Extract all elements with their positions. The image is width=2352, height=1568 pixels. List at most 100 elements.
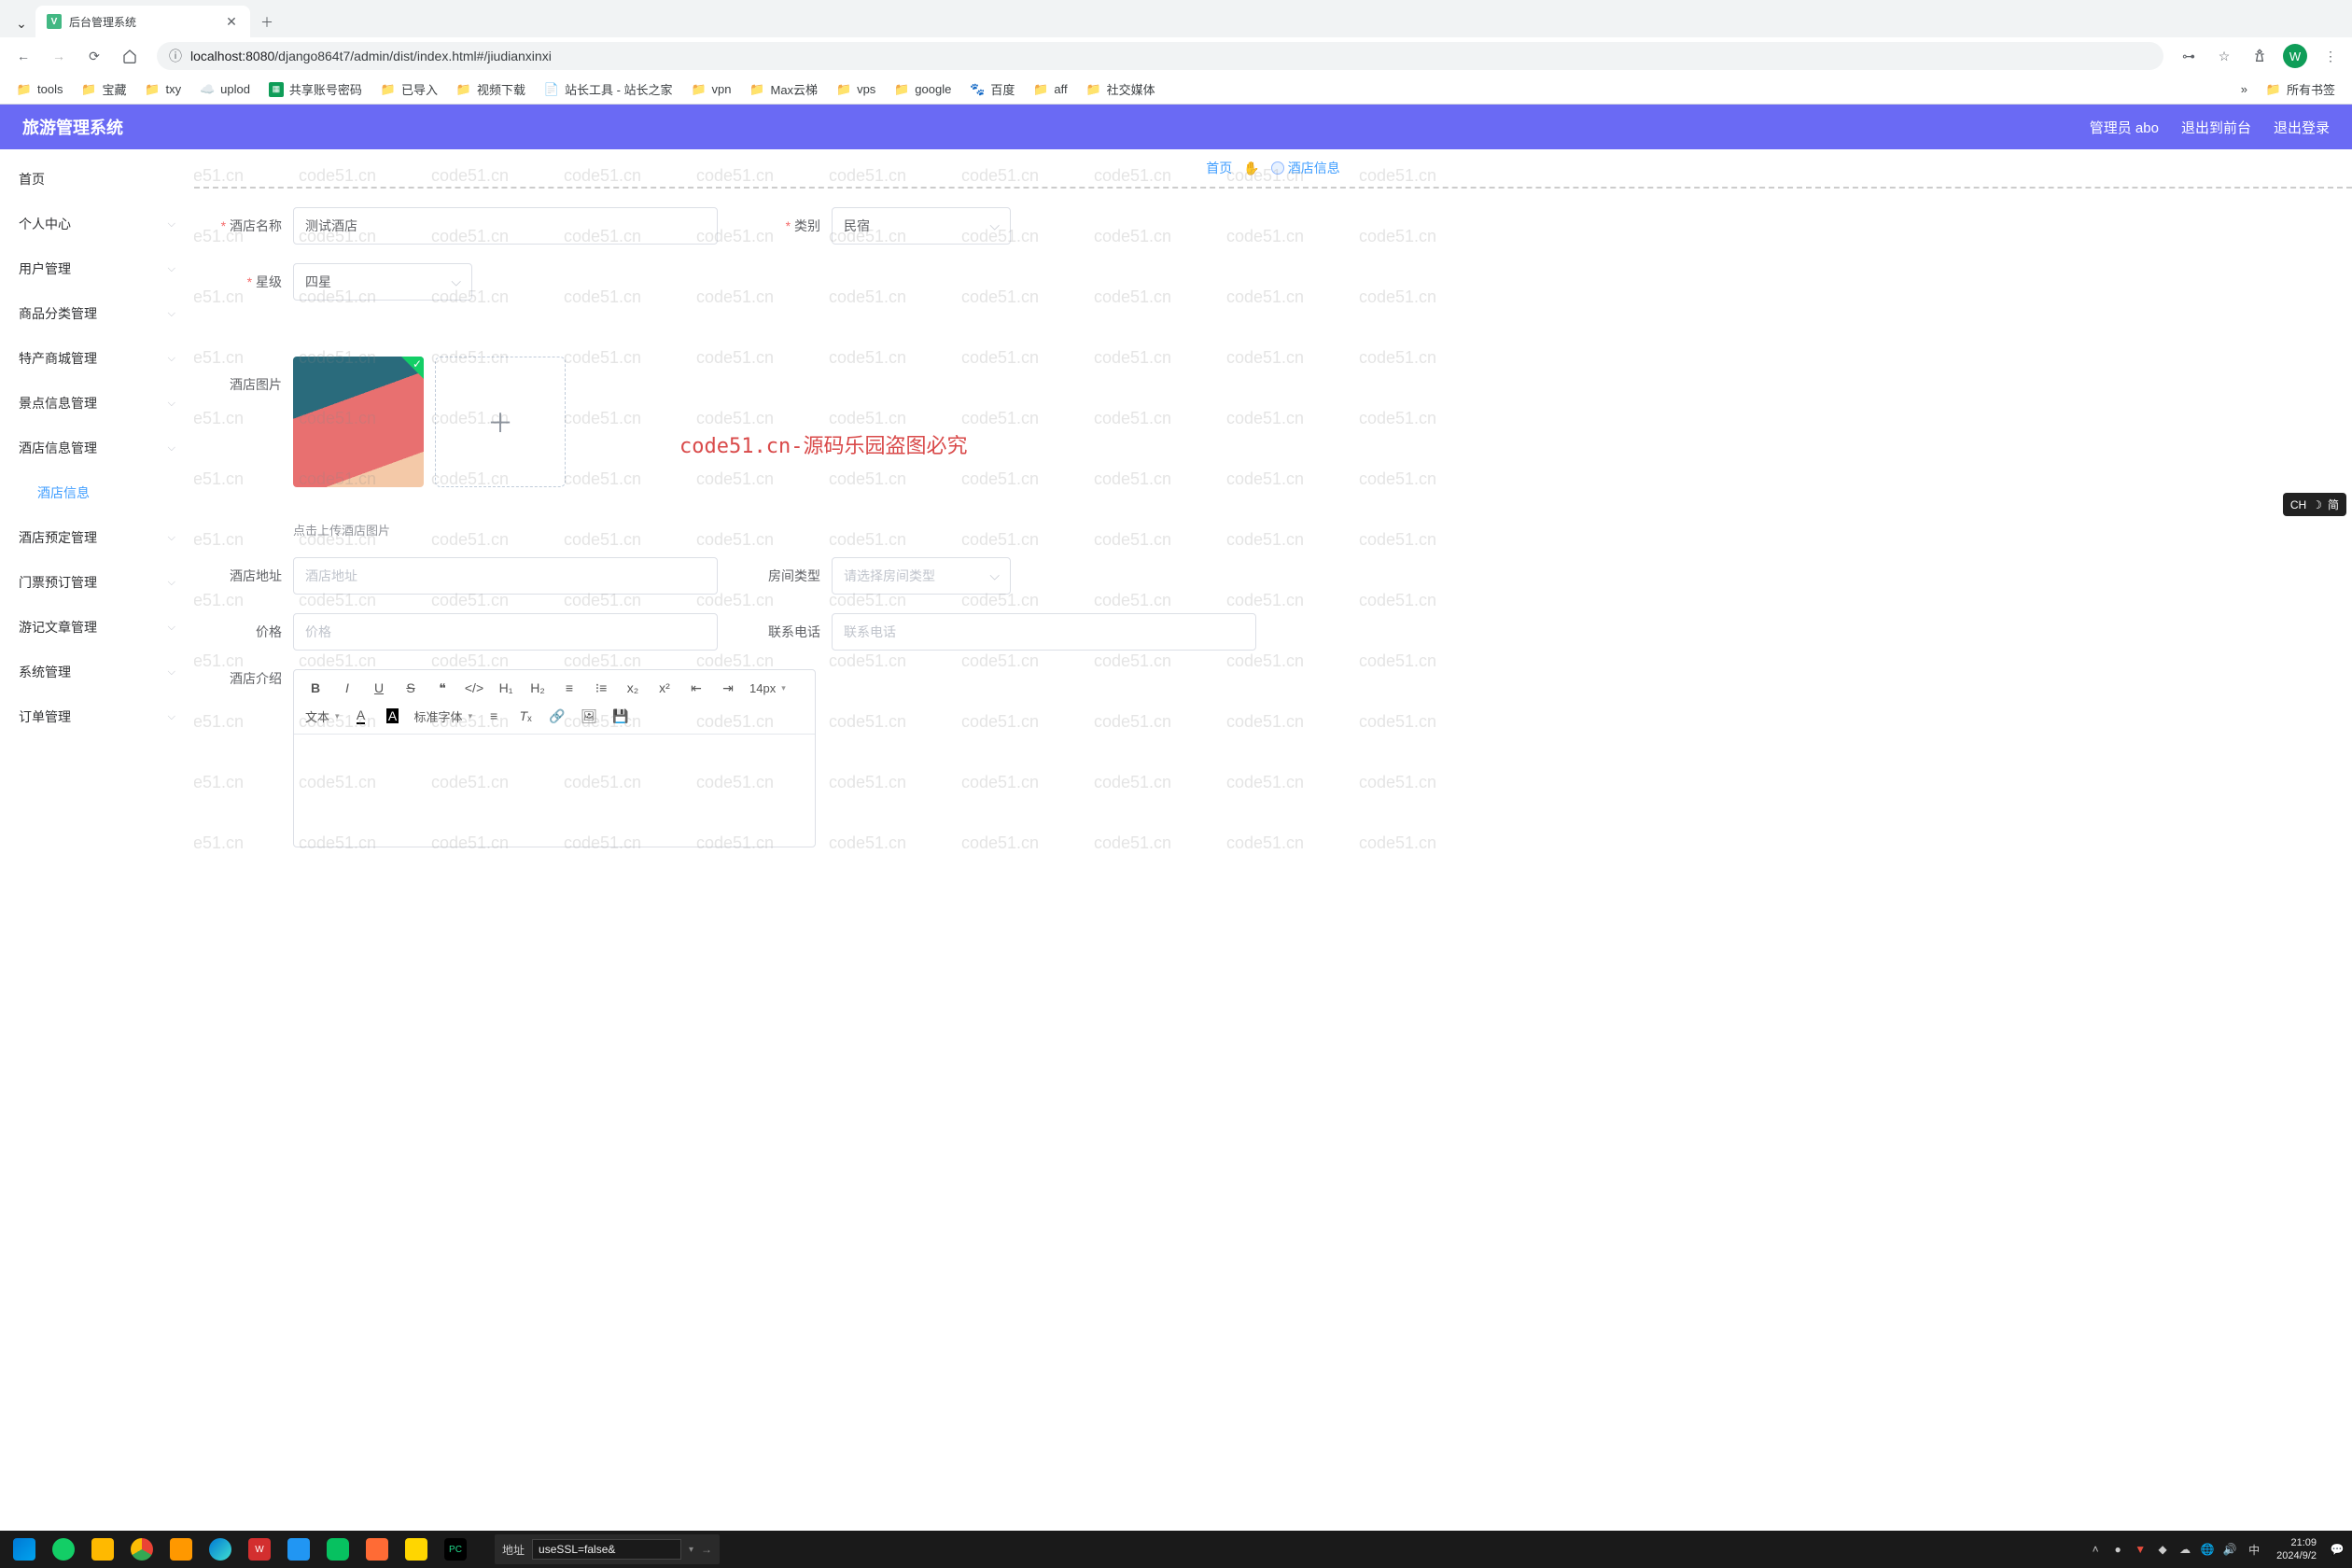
yellow-app-icon[interactable] <box>398 1531 435 1568</box>
bookmark-item[interactable]: 社交媒体 <box>1079 77 1163 102</box>
hotel-name-input[interactable] <box>293 207 718 245</box>
start-button[interactable] <box>6 1531 43 1568</box>
menu-dots-icon[interactable]: ⋮ <box>2317 42 2345 70</box>
bookmark-item[interactable]: vps <box>829 78 883 101</box>
file-explorer-icon[interactable] <box>84 1531 121 1568</box>
bookmark-item[interactable]: 🐾百度 <box>962 77 1022 102</box>
logout-to-front-button[interactable]: 退出到前台 <box>2181 118 2251 137</box>
tab-search-icon[interactable]: ⌄ <box>7 9 35 37</box>
bookmark-item[interactable]: vpn <box>684 78 739 101</box>
browser-tab[interactable]: V 后台管理系统 ✕ <box>35 6 250 37</box>
price-input[interactable] <box>293 613 718 651</box>
tray-app1-icon[interactable]: ● <box>2108 1540 2127 1559</box>
tray-onedrive-icon[interactable]: ☁ <box>2176 1540 2194 1559</box>
bookmark-item[interactable]: google <box>887 78 959 101</box>
wechat-icon[interactable] <box>319 1531 357 1568</box>
bold-icon[interactable]: B <box>305 678 326 698</box>
sidebar-item[interactable]: 酒店预定管理⌵ <box>0 515 194 560</box>
italic-icon[interactable]: I <box>337 678 357 698</box>
sidebar-item[interactable]: 酒店信息 <box>0 470 194 515</box>
star-select[interactable] <box>293 263 472 301</box>
header-user[interactable]: 管理员 abo <box>2090 118 2159 137</box>
h1-icon[interactable]: H₁ <box>496 678 516 698</box>
uploaded-image-thumb[interactable]: ✓ <box>293 357 424 487</box>
breadcrumb-current[interactable]: 酒店信息 <box>1271 159 1340 177</box>
sidebar-item[interactable]: 景点信息管理⌵ <box>0 381 194 426</box>
sublime-icon[interactable] <box>162 1531 200 1568</box>
tb-addr-input[interactable] <box>532 1539 681 1560</box>
pycharm-icon[interactable]: PC <box>437 1531 474 1568</box>
sidebar-item[interactable]: 订单管理⌵ <box>0 694 194 739</box>
bookmark-item[interactable]: txy <box>137 78 189 101</box>
sidebar-item[interactable]: 游记文章管理⌵ <box>0 605 194 650</box>
browser-360-icon[interactable] <box>45 1531 82 1568</box>
upload-add-button[interactable]: ＋ <box>435 357 566 487</box>
app-icon[interactable] <box>280 1531 317 1568</box>
logout-button[interactable]: 退出登录 <box>2274 118 2330 137</box>
reload-button[interactable]: ⟳ <box>78 40 110 72</box>
quote-icon[interactable]: ❝ <box>432 678 453 698</box>
h2-icon[interactable]: H₂ <box>527 678 548 698</box>
ordered-list-icon[interactable]: ≡ <box>559 678 580 698</box>
orange-app-icon[interactable] <box>358 1531 396 1568</box>
sidebar-item[interactable]: 用户管理⌵ <box>0 246 194 291</box>
bookmark-item[interactable]: aff <box>1026 78 1074 101</box>
font-family-select[interactable]: 标准字体 <box>414 707 473 725</box>
strike-icon[interactable]: S <box>400 678 421 698</box>
tray-app2-icon[interactable]: ▼ <box>2131 1540 2149 1559</box>
profile-avatar[interactable]: W <box>2281 42 2309 70</box>
forward-button[interactable]: → <box>43 40 75 72</box>
address-input[interactable] <box>293 557 718 595</box>
sidebar-item[interactable]: 个人中心⌵ <box>0 202 194 246</box>
tray-chevron-icon[interactable]: ˄ <box>2086 1540 2105 1559</box>
sidebar-item[interactable]: 门票预订管理⌵ <box>0 560 194 605</box>
edge-icon[interactable] <box>202 1531 239 1568</box>
taskbar-clock[interactable]: 21:09 2024/9/2 <box>2269 1536 2324 1563</box>
bookmark-item[interactable]: ▦共享账号密码 <box>261 77 370 102</box>
indent-left-icon[interactable]: ⇤ <box>686 678 707 698</box>
bookmark-item[interactable]: tools <box>9 78 70 101</box>
password-key-icon[interactable]: ⊶ <box>2175 42 2203 70</box>
code-icon[interactable]: </> <box>464 678 484 698</box>
tray-network-icon[interactable]: 🌐 <box>2198 1540 2217 1559</box>
extensions-icon[interactable] <box>2246 42 2274 70</box>
unordered-list-icon[interactable]: ⁝≡ <box>591 678 611 698</box>
url-input[interactable]: ⓘ localhost:8080/django864t7/admin/dist/… <box>157 42 2163 70</box>
sidebar-item[interactable]: 酒店信息管理⌵ <box>0 426 194 470</box>
bookmark-item[interactable]: 宝藏 <box>74 77 133 102</box>
sidebar-item[interactable]: 首页 <box>0 157 194 202</box>
font-size-select[interactable]: 14px <box>749 681 786 695</box>
sidebar-item[interactable]: 系统管理⌵ <box>0 650 194 694</box>
breadcrumb-home[interactable]: 首页 <box>1206 159 1232 177</box>
bookmark-item[interactable]: Max云梯 <box>743 77 826 102</box>
link-icon[interactable]: 🔗 <box>547 706 567 726</box>
bookmark-item[interactable]: 视频下载 <box>449 77 533 102</box>
clear-format-icon[interactable]: Tₓ <box>515 706 536 726</box>
category-select[interactable] <box>832 207 1011 245</box>
editor-body[interactable] <box>294 735 815 847</box>
underline-icon[interactable]: U <box>369 678 389 698</box>
sidebar-item[interactable]: 特产商城管理⌵ <box>0 336 194 381</box>
tray-app3-icon[interactable]: ◆ <box>2153 1540 2172 1559</box>
indent-right-icon[interactable]: ⇥ <box>718 678 738 698</box>
ime-indicator[interactable]: CH ☽ 简 <box>2283 493 2346 516</box>
superscript-icon[interactable]: x² <box>654 678 675 698</box>
align-icon[interactable]: ≡ <box>483 706 504 726</box>
close-tab-icon[interactable]: ✕ <box>224 14 239 29</box>
bookmark-item[interactable]: 已导入 <box>373 77 445 102</box>
subscript-icon[interactable]: x₂ <box>623 678 643 698</box>
tb-addr-go-icon[interactable]: → <box>701 1543 712 1556</box>
back-button[interactable]: ← <box>7 40 39 72</box>
room-type-select[interactable] <box>832 557 1011 595</box>
bookmark-item[interactable]: ☁️uplod <box>192 78 258 101</box>
bg-color-icon[interactable]: A <box>383 706 403 726</box>
site-info-icon[interactable]: ⓘ <box>168 47 183 65</box>
all-bookmarks[interactable]: 所有书签 <box>2259 77 2343 102</box>
phone-input[interactable] <box>832 613 1256 651</box>
sidebar-item[interactable]: 商品分类管理⌵ <box>0 291 194 336</box>
bookmarks-overflow[interactable]: » <box>2233 77 2255 102</box>
text-style-select[interactable]: 文本 <box>305 707 340 725</box>
new-tab-button[interactable]: ＋ <box>254 9 280 35</box>
notifications-icon[interactable]: 💬 <box>2328 1540 2346 1559</box>
save-icon[interactable]: 💾 <box>610 706 631 726</box>
